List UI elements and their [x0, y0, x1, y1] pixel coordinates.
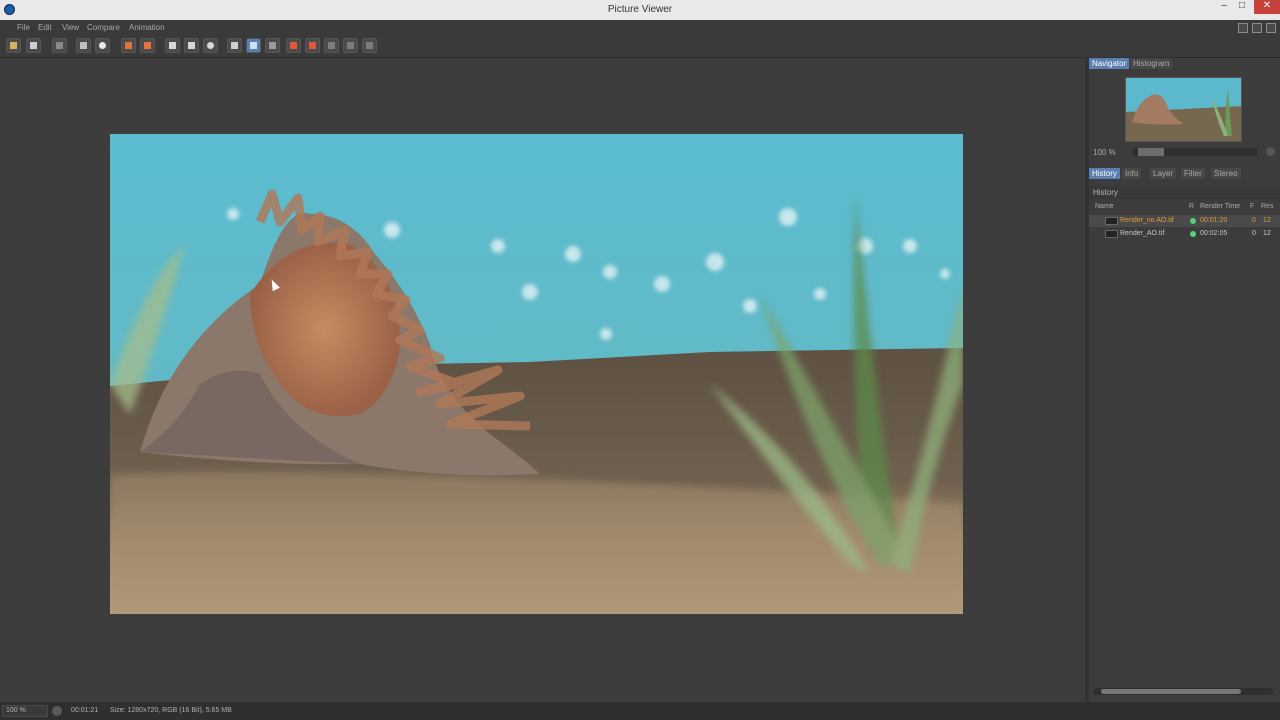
navigator-zoom: 100 % [1089, 146, 1280, 158]
layer-stack-icon [144, 42, 151, 49]
tab-history[interactable]: History [1089, 168, 1120, 179]
a-button[interactable] [286, 38, 301, 53]
zoom-button[interactable] [95, 38, 110, 53]
menu-file[interactable]: File [17, 23, 30, 32]
tab-filter[interactable]: Filter [1181, 168, 1205, 179]
ab-compare-button[interactable] [203, 38, 218, 53]
col-render-time[interactable]: Render Time [1200, 203, 1240, 210]
history-row-f: 0 [1252, 230, 1256, 237]
history-columns: Name R Render Time F Res [1089, 201, 1280, 213]
channel-icon [269, 42, 276, 49]
maximize-button[interactable]: □ [1236, 0, 1248, 14]
compare-b-icon [188, 42, 195, 49]
zoom-icon [99, 42, 106, 49]
history-row-res: 12 [1263, 230, 1271, 237]
menu-edit[interactable]: Edit [38, 23, 52, 32]
layout-icon[interactable] [1238, 23, 1248, 33]
status-bar: 100 % 00:01:21 Size: 1280x720, RGB (16 B… [0, 702, 1280, 720]
tab-info[interactable]: Info [1122, 168, 1142, 179]
ab-compare-icon [207, 42, 214, 49]
channel-button[interactable] [265, 38, 280, 53]
difference-icon [366, 42, 373, 49]
scrollbar-thumb[interactable] [1101, 689, 1241, 694]
zoom-fit-button[interactable] [76, 38, 91, 53]
render-thumb-icon [1105, 230, 1118, 238]
status-dot-icon [1190, 218, 1196, 224]
status-time: 00:01:21 [71, 707, 99, 714]
tab-histogram[interactable]: Histogram [1130, 58, 1173, 69]
layer-button[interactable] [121, 38, 136, 53]
col-f[interactable]: F [1250, 203, 1254, 210]
window-title: Picture Viewer [607, 4, 673, 15]
tab-stereo[interactable]: Stereo [1211, 168, 1241, 179]
save-icon [30, 42, 37, 49]
history-header: History [1089, 186, 1280, 199]
b-button[interactable] [305, 38, 320, 53]
zoom-slider-thumb[interactable] [1138, 148, 1164, 156]
history-row[interactable]: Render_AO.tif 00:02:05 0 12 [1089, 228, 1280, 240]
history-row-selected[interactable]: Render_no AO.tif 00:01:20 0 12 [1089, 215, 1280, 227]
menu-animation[interactable]: Animation [129, 23, 165, 32]
swap-button[interactable] [324, 38, 339, 53]
wipe-button[interactable] [343, 38, 358, 53]
fullscreen-icon [231, 42, 238, 49]
history-row-f: 0 [1252, 217, 1256, 224]
menu-view[interactable]: View [62, 23, 79, 32]
history-scrollbar[interactable] [1093, 688, 1273, 695]
close-button[interactable]: ✕ [1254, 0, 1280, 14]
split-icon [250, 42, 257, 49]
tab-navigator[interactable]: Navigator [1089, 58, 1130, 69]
menu-compare[interactable]: Compare [87, 23, 120, 32]
rendered-image [110, 134, 963, 614]
history-row-name: Render_no AO.tif [1120, 217, 1174, 224]
status-dot-icon [1190, 231, 1196, 237]
swap-icon [328, 42, 335, 49]
navigator-zoom-value[interactable]: 100 % [1093, 148, 1116, 157]
tab-layer[interactable]: Layer [1150, 168, 1177, 179]
wipe-icon [347, 42, 354, 49]
zoom-arrow-icon[interactable] [1266, 147, 1275, 156]
b-icon [309, 42, 316, 49]
history-row-time: 00:02:05 [1200, 230, 1228, 237]
render-settings-button[interactable] [52, 38, 67, 53]
compare-button[interactable] [165, 38, 180, 53]
status-zoom: 100 % [6, 707, 26, 714]
side-panel: Navigator Histogram 100 % History Info L… [1089, 58, 1280, 702]
toolbar [0, 36, 1280, 58]
pin-icon[interactable] [1266, 23, 1276, 33]
a-icon [290, 42, 297, 49]
col-name[interactable]: Name [1095, 203, 1114, 210]
fullscreen-button[interactable] [227, 38, 242, 53]
history-row-time: 00:01:20 [1200, 217, 1228, 224]
zoom-fit-icon [80, 42, 87, 49]
history-row-res: 12 [1263, 217, 1271, 224]
render-thumb-icon [1105, 217, 1118, 225]
save-button[interactable] [26, 38, 41, 53]
col-r[interactable]: R [1189, 203, 1194, 210]
split-button[interactable] [246, 38, 261, 53]
history-row-name: Render_AO.tif [1120, 230, 1165, 237]
menu-bar: File Edit View Compare Animation [0, 20, 1280, 36]
navigator-thumbnail[interactable] [1125, 77, 1242, 142]
open-file-button[interactable] [6, 38, 21, 53]
zoom-slider[interactable] [1133, 148, 1257, 156]
minimize-button[interactable]: – [1218, 0, 1230, 14]
status-image-info: Size: 1280x720, RGB (16 Bit), 5.65 MB [110, 707, 232, 714]
compare-icon [169, 42, 176, 49]
layer-icon [125, 42, 132, 49]
play-icon[interactable] [52, 706, 62, 716]
open-file-icon [10, 42, 17, 49]
col-res[interactable]: Res [1261, 203, 1273, 210]
difference-button[interactable] [362, 38, 377, 53]
compare-b-button[interactable] [184, 38, 199, 53]
title-bar: Picture Viewer – □ ✕ [0, 0, 1280, 20]
history-title: History [1093, 188, 1118, 197]
render-settings-icon [56, 42, 63, 49]
layer-stack-button[interactable] [140, 38, 155, 53]
panel-icon[interactable] [1252, 23, 1262, 33]
